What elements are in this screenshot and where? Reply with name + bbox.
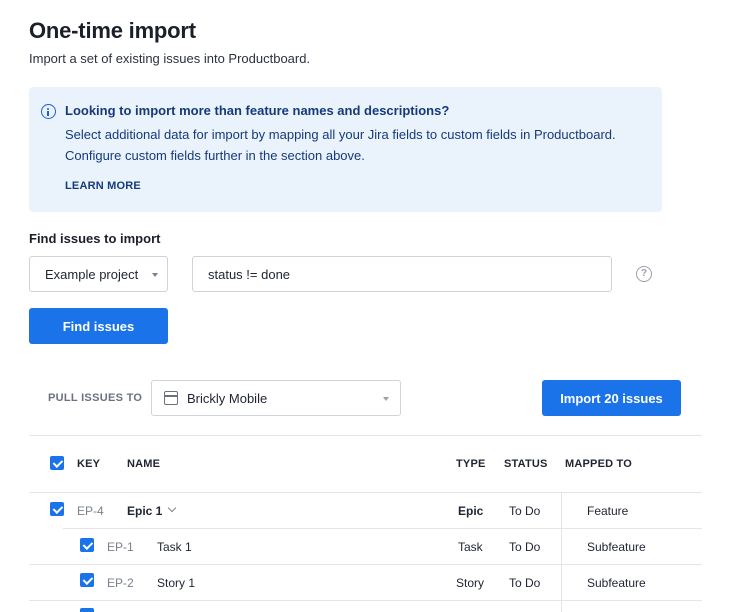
row-mapped-to[interactable]: Feature <box>587 504 628 518</box>
row-key: EP-1 <box>107 540 134 554</box>
info-banner: Looking to import more than feature name… <box>29 87 662 212</box>
row-divider <box>29 564 702 565</box>
chevron-down-icon[interactable] <box>167 503 177 513</box>
row-divider <box>29 492 702 493</box>
row-name: Epic 1 <box>127 504 163 518</box>
row-name: Story 1 <box>157 576 196 590</box>
column-header-name: NAME <box>127 458 161 470</box>
caret-down-icon <box>152 273 158 277</box>
project-select[interactable]: Example project <box>29 256 168 292</box>
row-mapped-to[interactable]: Subfeature <box>587 576 646 590</box>
row-key: EP-2 <box>107 576 134 590</box>
project-select-value: Example project <box>45 267 139 282</box>
row-checkbox[interactable] <box>80 608 94 612</box>
row-divider <box>63 528 702 529</box>
import-issues-button[interactable]: Import 20 issues <box>542 380 681 416</box>
column-header-type: TYPE <box>456 458 486 470</box>
pull-issues-label: PULL ISSUES TO <box>48 392 143 404</box>
divider <box>29 435 702 436</box>
learn-more-link[interactable]: LEARN MORE <box>65 180 141 192</box>
info-icon <box>41 104 56 119</box>
caret-down-icon <box>383 397 389 401</box>
column-header-status: STATUS <box>504 458 548 470</box>
row-type: Task <box>458 540 483 554</box>
board-select-value: Brickly Mobile <box>187 391 268 406</box>
row-status: To Do <box>509 504 541 518</box>
column-header-mapped-to: MAPPED TO <box>565 458 632 470</box>
find-issues-button[interactable]: Find issues <box>29 308 168 344</box>
page-subtitle: Import a set of existing issues into Pro… <box>29 51 311 66</box>
board-icon <box>164 391 178 405</box>
info-heading: Looking to import more than feature name… <box>65 103 450 118</box>
row-checkbox[interactable] <box>50 502 64 516</box>
row-divider <box>29 600 702 601</box>
row-key: EP-4 <box>77 504 104 518</box>
row-status: To Do <box>509 540 541 554</box>
row-type: Story <box>456 576 485 590</box>
row-type: Epic <box>458 504 484 518</box>
row-mapped-to[interactable]: Subfeature <box>587 540 646 554</box>
info-body: Select additional data for import by map… <box>65 127 616 163</box>
board-select[interactable]: Brickly Mobile <box>151 380 401 416</box>
help-icon[interactable]: ? <box>636 266 652 282</box>
row-name: Task 1 <box>157 540 192 554</box>
row-checkbox[interactable] <box>80 538 94 552</box>
column-divider <box>561 492 562 612</box>
row-checkbox[interactable] <box>80 573 94 587</box>
column-header-key: KEY <box>77 458 101 470</box>
select-all-checkbox[interactable] <box>50 456 64 470</box>
page-title: One-time import <box>29 18 196 43</box>
query-input[interactable] <box>192 256 612 292</box>
find-issues-label: Find issues to import <box>29 231 161 246</box>
row-status: To Do <box>509 576 541 590</box>
